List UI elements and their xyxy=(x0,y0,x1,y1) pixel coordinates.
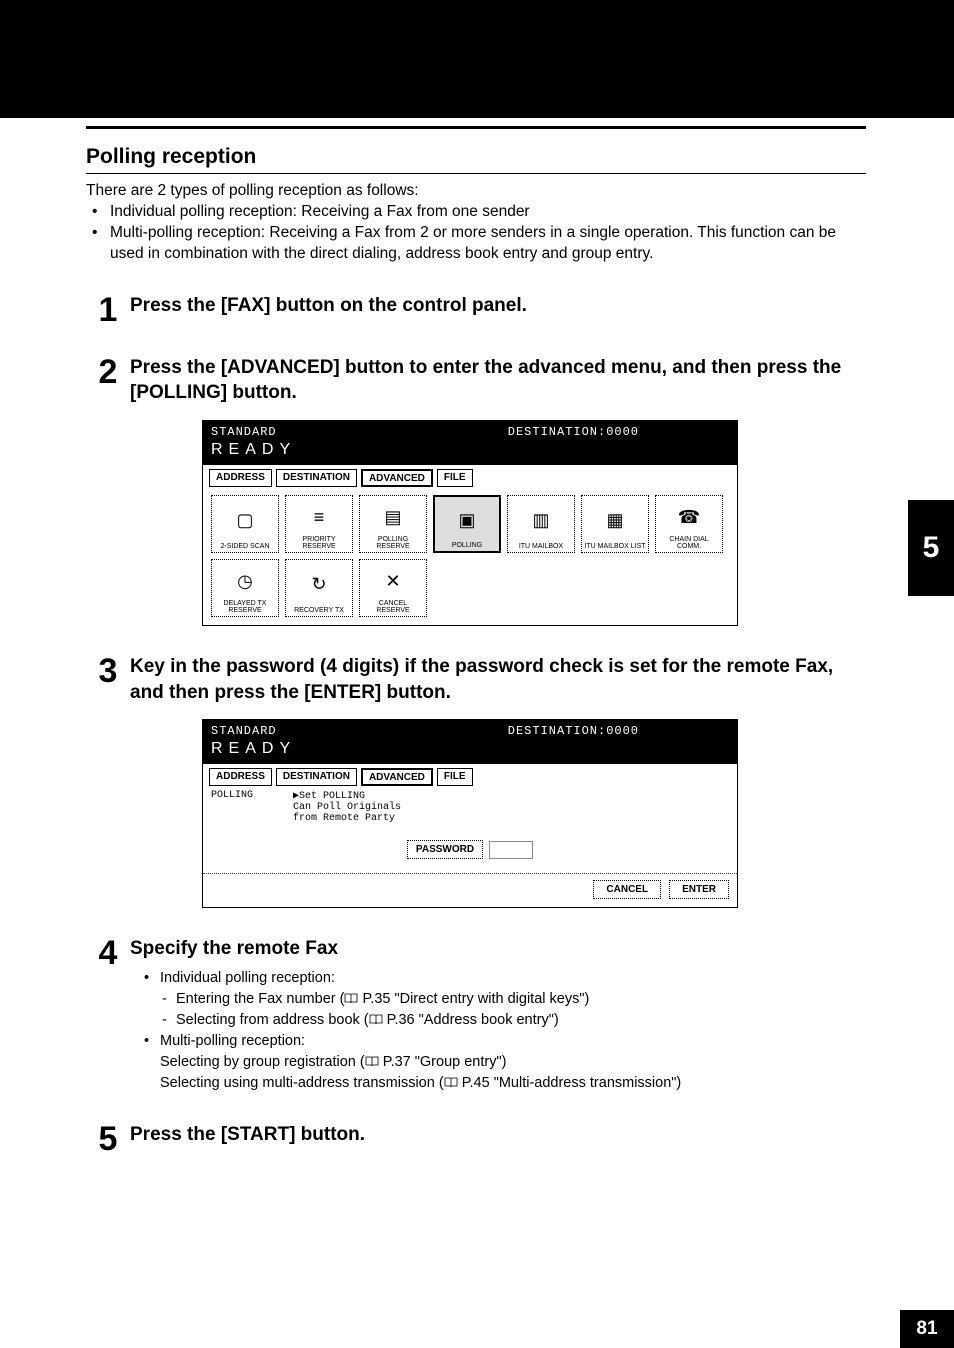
step-number: 4 xyxy=(86,936,130,1094)
page-number: 81 xyxy=(900,1310,954,1348)
cancel-button[interactable]: CANCEL xyxy=(593,880,661,899)
page-icon: ▢ xyxy=(236,498,253,543)
recovery-icon: ↻ xyxy=(311,562,326,607)
sub-bullet: Individual polling reception: Entering t… xyxy=(142,968,866,1031)
plain-line: Selecting using multi-address transmissi… xyxy=(160,1073,866,1094)
fn-delayed-tx[interactable]: ◷DELAYED TX RESERVE xyxy=(211,559,279,617)
mailbox-list-icon: ▦ xyxy=(606,498,623,543)
fn-recovery-tx[interactable]: ↻RECOVERY TX xyxy=(285,559,353,617)
tab-address[interactable]: ADDRESS xyxy=(209,469,272,487)
tab-advanced[interactable]: ADVANCED xyxy=(361,768,433,786)
rule-thin xyxy=(86,173,866,174)
tab-address[interactable]: ADDRESS xyxy=(209,768,272,786)
fn-cancel-reserve[interactable]: ✕CANCEL RESERVE xyxy=(359,559,427,617)
step-4: 4 Specify the remote Fax Individual poll… xyxy=(86,936,866,1094)
step-title: Press the [ADVANCED] button to enter the… xyxy=(130,355,866,406)
enter-button[interactable]: ENTER xyxy=(669,880,729,899)
clock-icon: ◷ xyxy=(237,562,253,600)
book-icon xyxy=(365,1053,379,1064)
polling-desc-line: ▶Set POLLING xyxy=(293,790,401,802)
step-title: Specify the remote Fax xyxy=(130,936,866,962)
step-number: 2 xyxy=(86,355,130,406)
screen2-wrap: STANDARD DESTINATION:0000 READY ADDRESS … xyxy=(202,719,866,908)
password-button[interactable]: PASSWORD xyxy=(407,840,483,859)
polling-label: POLLING xyxy=(211,790,275,824)
rule-thick xyxy=(86,126,866,129)
fn-polling[interactable]: ▣POLLING xyxy=(433,495,501,553)
list-icon: ≡ xyxy=(314,498,325,536)
step-1: 1 Press the [FAX] button on the control … xyxy=(86,293,866,327)
book-icon xyxy=(444,1074,458,1085)
fn-itu-mailbox[interactable]: ▥ITU MAILBOX xyxy=(507,495,575,553)
tab-row: ADDRESS DESTINATION ADVANCED FILE xyxy=(203,465,737,487)
intro-text: There are 2 types of polling reception a… xyxy=(86,182,866,200)
password-field[interactable] xyxy=(489,841,533,859)
step-title: Press the [FAX] button on the control pa… xyxy=(130,293,866,319)
intro-bullet: Individual polling reception: Receiving … xyxy=(86,202,866,223)
fn-chain-dial[interactable]: ☎CHAIN DIAL COMM. xyxy=(655,495,723,553)
polling-desc: ▶Set POLLING Can Poll Originals from Rem… xyxy=(293,790,401,824)
fn-itu-mailbox-list[interactable]: ▦ITU MAILBOX LIST xyxy=(581,495,649,553)
function-grid: ▢2-SIDED SCAN ≡PRIORITY RESERVE ▤POLLING… xyxy=(203,487,737,625)
fn-polling-reserve[interactable]: ▤POLLING RESERVE xyxy=(359,495,427,553)
fn-priority-reserve[interactable]: ≡PRIORITY RESERVE xyxy=(285,495,353,553)
chain-icon: ☎ xyxy=(678,498,700,536)
screen-ready: READY xyxy=(211,441,729,459)
screen-destination: DESTINATION:0000 xyxy=(508,425,639,439)
fn-2sided-scan[interactable]: ▢2-SIDED SCAN xyxy=(211,495,279,553)
tab-file[interactable]: FILE xyxy=(437,768,473,786)
top-black-band xyxy=(0,0,954,118)
tab-row: ADDRESS DESTINATION ADVANCED FILE xyxy=(203,764,737,786)
intro-bullets: Individual polling reception: Receiving … xyxy=(86,202,866,265)
content-area: Polling reception There are 2 types of p… xyxy=(86,126,866,1156)
section-title: Polling reception xyxy=(86,145,866,169)
sub-bullet-text: Multi-polling reception: xyxy=(160,1033,305,1049)
step-5: 5 Press the [START] button. xyxy=(86,1122,866,1156)
screen-destination: DESTINATION:0000 xyxy=(508,724,639,738)
fax-icon: ▣ xyxy=(458,499,475,542)
tab-destination[interactable]: DESTINATION xyxy=(276,469,357,487)
step-2: 2 Press the [ADVANCED] button to enter t… xyxy=(86,355,866,406)
sub-bullet: Multi-polling reception: Selecting by gr… xyxy=(142,1031,866,1094)
screen-ready: READY xyxy=(211,740,729,758)
step-title: Press the [START] button. xyxy=(130,1122,866,1148)
step-number: 1 xyxy=(86,293,130,327)
step-title: Key in the password (4 digits) if the pa… xyxy=(130,654,866,705)
chapter-tab: 5 xyxy=(908,500,954,596)
step-number: 5 xyxy=(86,1122,130,1156)
book-icon xyxy=(369,1011,383,1022)
dash-item: Entering the Fax number ( P.35 "Direct e… xyxy=(160,989,866,1010)
tab-destination[interactable]: DESTINATION xyxy=(276,768,357,786)
book-icon xyxy=(344,990,358,1001)
sub-bullet-text: Individual polling reception: xyxy=(160,970,335,986)
screen1-wrap: STANDARD DESTINATION:0000 READY ADDRESS … xyxy=(202,420,866,626)
screen-mode: STANDARD xyxy=(211,724,277,738)
polling-desc-line: from Remote Party xyxy=(293,813,401,824)
intro-bullet: Multi-polling reception: Receiving a Fax… xyxy=(86,223,866,265)
screen-mode: STANDARD xyxy=(211,425,277,439)
tab-file[interactable]: FILE xyxy=(437,469,473,487)
plain-line: Selecting by group registration ( P.37 "… xyxy=(160,1052,866,1073)
step-number: 3 xyxy=(86,654,130,705)
mailbox-icon: ▥ xyxy=(532,498,549,543)
polling-password-screen: STANDARD DESTINATION:0000 READY ADDRESS … xyxy=(202,719,738,908)
advanced-menu-screen: STANDARD DESTINATION:0000 READY ADDRESS … xyxy=(202,420,738,626)
dash-item: Selecting from address book ( P.36 "Addr… xyxy=(160,1010,866,1031)
step-3: 3 Key in the password (4 digits) if the … xyxy=(86,654,866,705)
polling-desc-line: Can Poll Originals xyxy=(293,802,401,813)
tab-advanced[interactable]: ADVANCED xyxy=(361,469,433,487)
cancel-icon: ✕ xyxy=(385,562,400,600)
machine-icon: ▤ xyxy=(384,498,401,536)
